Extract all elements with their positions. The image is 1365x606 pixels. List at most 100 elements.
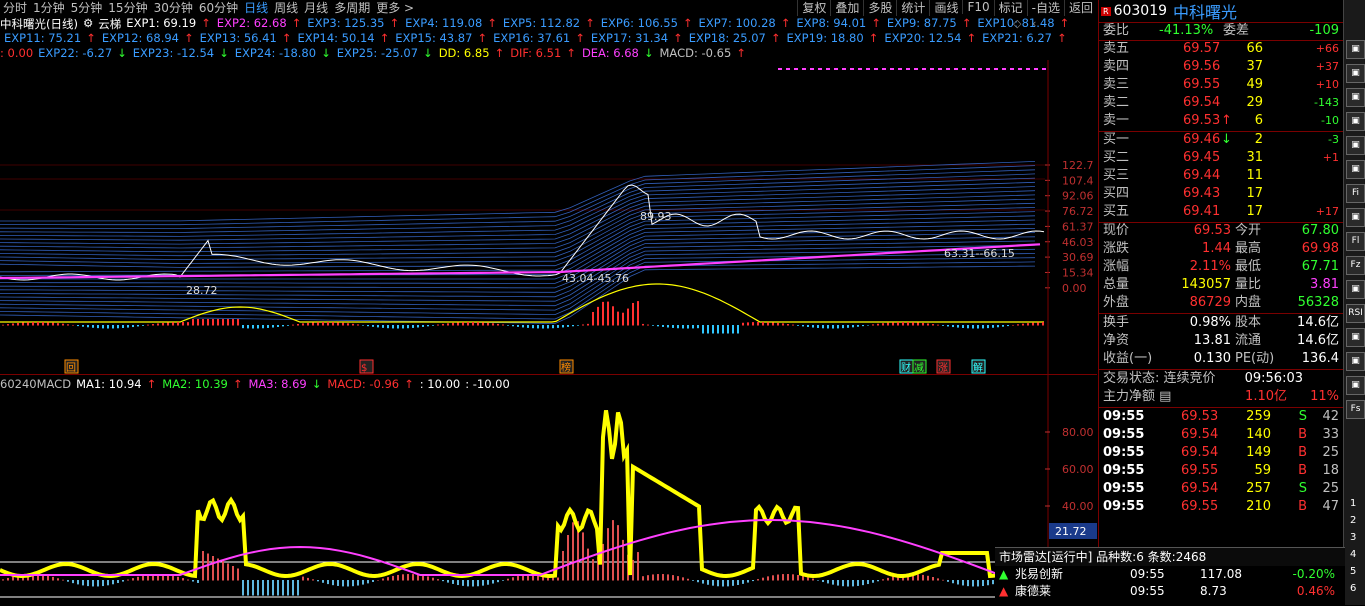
period-tab-1[interactable]: 1分钟 [30,0,68,16]
macd-bar [17,322,19,326]
period-tab-3[interactable]: 15分钟 [105,0,150,16]
fs-icon[interactable]: Fs [1346,400,1365,419]
level-price[interactable]: 69.53 [1183,112,1220,130]
level-price[interactable]: 69.45 [1183,149,1220,167]
sub-histogram-bar [922,574,924,581]
macd-bar [802,325,804,327]
radar-pct: -0.20% [1292,567,1335,581]
level-price[interactable]: 69.54 [1183,94,1220,112]
radar-row[interactable]: ▲ 康德莱 09:55 8.73 0.46% [995,583,1345,600]
toolbar-button-8[interactable]: 返回 [1063,0,1097,16]
sub-histogram-bar [592,559,594,581]
tick-volume: 149 [1246,445,1271,460]
toolbar-button-1[interactable]: 叠加 [830,0,863,16]
indicator-name[interactable]: 云梯 [98,16,121,31]
macd-bar [287,325,289,326]
toolbar-button-3[interactable]: 统计 [896,0,929,16]
legend-arrow: ↑ [477,31,488,45]
grid-icon[interactable]: ▣ [1346,64,1365,83]
dot-marker [962,68,966,70]
sub-histogram-bar [2,579,4,581]
rsi-icon[interactable]: RSI [1346,304,1365,323]
candle-icon[interactable]: ▣ [1346,136,1365,155]
period-tab-0[interactable]: 分时 [0,0,30,16]
trend-icon[interactable]: ▣ [1346,328,1365,347]
macd-bar [1017,324,1019,326]
diamond-icon[interactable]: ◇ [1013,17,1021,30]
up-icon[interactable]: ▣ [1346,352,1365,371]
page-number[interactable]: 6 [1350,583,1356,594]
level-volume: 6 [1254,113,1263,128]
page-number[interactable]: 2 [1350,515,1356,526]
fund-icon[interactable]: ▣ [1346,280,1365,299]
tick-side: B [1298,463,1307,478]
toolbar-button-7[interactable]: -自选 [1026,0,1064,16]
period-tab-7[interactable]: 周线 [271,0,301,16]
macd-bar [297,323,299,326]
bid-row: 买四 69.43 17 [1099,185,1343,203]
diagram-icon[interactable]: ▣ [1346,208,1365,227]
sub-histogram-bar [642,576,644,581]
wave-icon[interactable]: ▣ [1346,112,1365,131]
exp-ladder-line [0,240,1036,298]
toolbar-button-6[interactable]: 标记 [993,0,1027,16]
page-number[interactable]: 4 [1350,549,1356,560]
chart-icon[interactable]: ▣ [1346,40,1365,59]
toolbar-button-5[interactable]: F10 [962,0,993,14]
sub-histogram-bar [327,580,329,585]
macd-bar [347,323,349,326]
sub-histogram-bar [947,580,949,582]
toolbar-button-4[interactable]: 画线 [929,0,962,16]
stat-value-2: 3.81 [1310,277,1339,292]
macd-bar [497,323,499,326]
macd-bar [1027,323,1029,326]
macd-bar [747,322,749,326]
radar-stock-name: 兆易创新 [1015,567,1064,581]
settings-icon[interactable]: ⚙ [83,16,93,30]
period-tab-10[interactable]: 更多 > [373,0,417,16]
stat-value-2: 69.98 [1301,241,1339,256]
toolbar-button-0[interactable]: 复权 [797,0,830,16]
macd-bar [822,325,824,329]
page-number[interactable]: 3 [1350,532,1356,543]
down-icon[interactable]: ▣ [1346,376,1365,395]
sub-histogram-bar [92,580,94,587]
level-price[interactable]: 69.41 [1183,203,1220,221]
collapse-icon[interactable]: ‹ [1032,17,1036,30]
level-price[interactable]: 69.44 [1183,167,1220,185]
level-label: 卖三 [1103,77,1130,92]
level-price[interactable]: 69.57 [1183,40,1220,58]
sub-histogram-bar [307,577,309,581]
tick-volume: 257 [1246,481,1271,496]
period-tab-5[interactable]: 60分钟 [196,0,241,16]
level-price[interactable]: 69.46 [1183,131,1220,149]
period-tab-6[interactable]: 日线 [241,0,271,16]
toolbar-button-2[interactable]: 多股 [863,0,896,16]
page-number[interactable]: 1 [1350,498,1356,509]
period-tab-4[interactable]: 30分钟 [151,0,196,16]
tick-count: 18 [1322,463,1339,478]
level-price[interactable]: 69.56 [1183,58,1220,76]
period-tab-8[interactable]: 月线 [301,0,331,16]
level-arrow: ↓ [1221,132,1232,147]
stat-label-2: 最高 [1235,241,1262,256]
period-tab-2[interactable]: 5分钟 [68,0,106,16]
level-price[interactable]: 69.55 [1183,76,1220,94]
flow-label[interactable]: 主力净额 ▤ [1103,388,1171,406]
macd-bar [662,325,664,327]
level-price[interactable]: 69.43 [1183,185,1220,203]
fl-icon[interactable]: Fl [1346,232,1365,251]
tick-row: 09:55 69.55 210 B 47 [1099,498,1343,516]
period-tab-9[interactable]: 多周期 [331,0,373,16]
macd-bar [272,325,274,328]
fi-icon[interactable]: Fi [1346,184,1365,203]
fz-icon[interactable]: Fz [1346,256,1365,275]
radar-row[interactable]: ▲ 兆易创新 09:55 117.08 -0.20% [995,566,1345,583]
macd-bar [1022,323,1024,326]
page-number[interactable]: 5 [1350,566,1356,577]
bar-icon[interactable]: ▣ [1346,160,1365,179]
main-kline-chart[interactable]: 122.7 107.4 92.06 76.72 61.37 46.03 30.69 15.34… [0,60,1097,375]
list-icon[interactable]: ▣ [1346,88,1365,107]
sub-macd-chart[interactable]: 80.00 60.00 40.00 21.72 [0,375,1097,605]
legend-item: EXP22: -6.27 [38,46,113,60]
